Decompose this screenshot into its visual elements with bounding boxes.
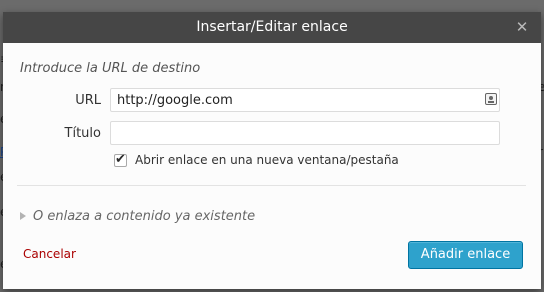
link-dialog: Insertar/Editar enlace ✕ Introduce la UR… [3, 12, 541, 289]
url-section-label: Introduce la URL de destino [20, 61, 201, 76]
dialog-titlebar: Insertar/Editar enlace ✕ [3, 12, 541, 43]
url-input[interactable] [110, 88, 500, 112]
cancel-link[interactable]: Cancelar [23, 247, 76, 261]
contact-card-icon[interactable] [485, 93, 497, 105]
new-tab-checkbox[interactable]: ✔ [114, 152, 127, 167]
section-divider [17, 185, 526, 186]
existing-content-toggle[interactable]: O enlaza a contenido ya existente [20, 209, 255, 224]
url-label: URL [75, 93, 101, 108]
dialog-title: Insertar/Editar enlace [196, 19, 348, 35]
existing-content-label: O enlaza a contenido ya existente [33, 209, 256, 224]
close-icon[interactable]: ✕ [513, 18, 531, 36]
add-link-button[interactable]: Añadir enlace [408, 241, 523, 269]
caret-right-icon [20, 212, 26, 220]
checkmark-icon: ✔ [115, 152, 126, 167]
title-input[interactable] [110, 121, 500, 145]
title-label: Título [64, 126, 101, 141]
new-tab-checkbox-label[interactable]: Abrir enlace en una nueva ventana/pestañ… [135, 153, 399, 167]
